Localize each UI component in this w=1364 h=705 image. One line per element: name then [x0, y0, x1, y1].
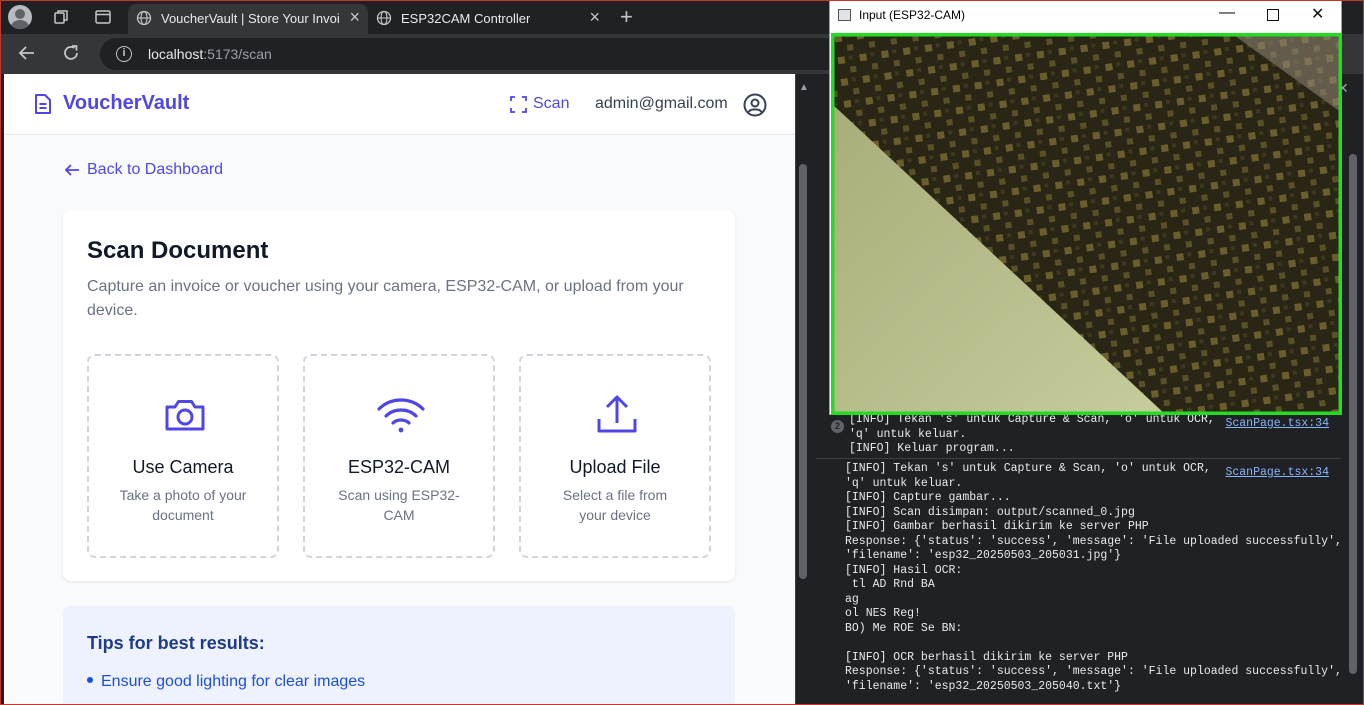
devtools-scrollbar[interactable] [799, 164, 807, 579]
scan-document-card: Scan Document Capture an invoice or vouc… [63, 210, 735, 581]
tips-title: Tips for best results: [87, 633, 265, 653]
minimize-icon[interactable]: — [1219, 4, 1235, 22]
new-tab-icon[interactable]: + [620, 4, 633, 30]
arrow-left-icon [64, 164, 79, 176]
scan-nav-label: Scan [533, 95, 570, 112]
tips-panel: Tips for best results: Ensure good light… [63, 606, 735, 705]
url-text: localhost:5173/scan [148, 46, 272, 62]
option-description: Select a file from your device [562, 487, 668, 523]
site-info-icon[interactable]: i [116, 46, 132, 62]
console-output: 2 [INFO] Tekan 's' untuk Capture & Scan,… [816, 410, 1342, 702]
window-title: Input (ESP32-CAM) [859, 8, 966, 22]
esp32-cam-option[interactable]: ESP32-CAM Scan using ESP32-CAM [303, 354, 495, 558]
bullet-icon [87, 676, 93, 683]
user-circle-icon[interactable] [743, 93, 767, 117]
user-email: admin@gmail.com [595, 95, 728, 112]
brand-logo-text[interactable]: VoucherVault [63, 92, 189, 115]
console-log-entry: 2 [INFO] Tekan 's' untuk Capture & Scan,… [816, 413, 1341, 459]
wifi-icon [377, 398, 425, 433]
console-scrollbar[interactable] [1349, 154, 1357, 674]
page-title: Scan Document [87, 237, 269, 264]
scan-frame-icon [510, 96, 527, 113]
camera-feed [831, 33, 1342, 415]
source-link[interactable]: ScanPage.tsx:34 [1225, 417, 1329, 430]
globe-icon [136, 10, 152, 26]
page-description: Capture an invoice or voucher using your… [87, 278, 684, 319]
camera-frame-image [831, 33, 1342, 415]
tab-title: ESP32CAM Controller [401, 11, 531, 26]
camera-input-window: Input (ESP32-CAM) — ✕ [829, 0, 1342, 415]
repeat-count-badge: 2 [831, 420, 844, 433]
use-camera-option[interactable]: Use Camera Take a photo of your document [87, 354, 279, 558]
option-description: Take a photo of your document [119, 487, 247, 523]
back-link-label: Back to Dashboard [87, 161, 224, 178]
web-page: VoucherVault Scan admin@gmail.com Back t… [4, 74, 795, 705]
option-title: Use Camera [132, 457, 234, 477]
back-arrow-icon[interactable] [17, 43, 37, 63]
address-bar[interactable]: i localhost:5173/scan [100, 38, 860, 70]
reload-icon[interactable] [61, 43, 81, 63]
tip-item: Ensure good lighting for clear images [87, 673, 365, 691]
close-tab-icon[interactable]: × [349, 7, 360, 28]
close-tab-icon[interactable]: × [589, 7, 600, 28]
upload-icon [597, 395, 637, 433]
tab-title: VoucherVault | Store Your Invoices [161, 11, 339, 26]
upload-file-option[interactable]: Upload File Select a file from your devi… [519, 354, 711, 558]
camera-icon [165, 400, 205, 431]
tab-actions-icon[interactable] [94, 8, 112, 26]
console-log-text: [INFO] Tekan 's' untuk Capture & Scan, '… [845, 462, 1342, 693]
workspaces-icon[interactable] [52, 8, 70, 26]
source-link[interactable]: ScanPage.tsx:34 [1225, 466, 1329, 479]
app-navbar: VoucherVault Scan admin@gmail.com [4, 74, 795, 135]
tab-esp32cam-controller[interactable]: ESP32CAM Controller × [368, 4, 608, 34]
scroll-up-icon[interactable]: ▲ [799, 82, 809, 93]
maximize-icon[interactable] [1267, 9, 1279, 21]
option-title: ESP32-CAM [347, 457, 451, 477]
console-log-entry: [INFO] Tekan 's' untuk Capture & Scan, '… [816, 462, 1342, 702]
window-app-icon [838, 9, 851, 21]
document-icon [35, 94, 51, 114]
tab-vouchervault[interactable]: VoucherVault | Store Your Invoices × [128, 4, 368, 34]
option-title: Upload File [569, 457, 661, 477]
close-window-icon[interactable]: ✕ [1311, 4, 1324, 24]
profile-avatar-icon[interactable] [8, 5, 32, 29]
option-description: Scan using ESP32-CAM [338, 487, 460, 523]
globe-icon [376, 10, 392, 26]
